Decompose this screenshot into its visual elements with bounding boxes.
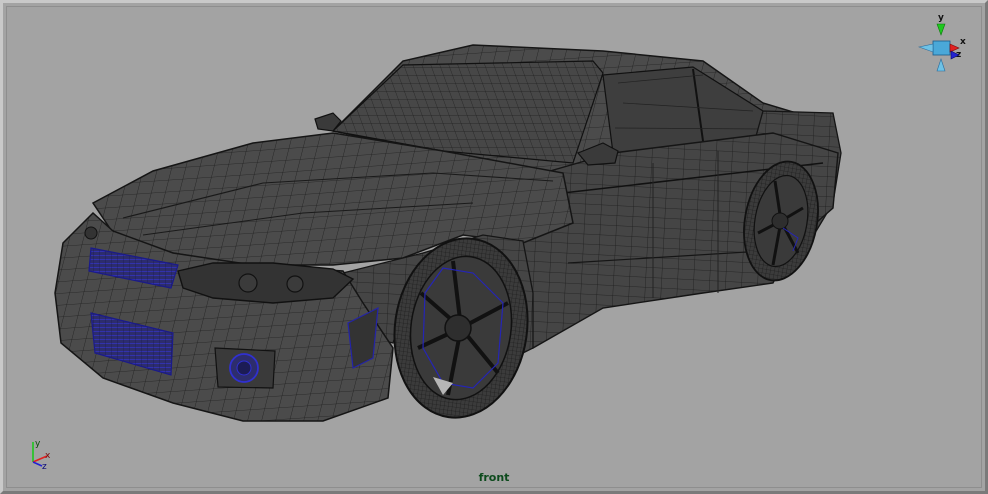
camera-name-label: front xyxy=(478,471,510,484)
view-cube-right-label: x xyxy=(960,37,966,47)
view-cube-neg-x-cone-icon[interactable] xyxy=(917,43,934,53)
car-model[interactable] xyxy=(3,3,985,491)
view-cube-up-label: y xyxy=(938,13,944,23)
view-cube-y-cone-icon[interactable] xyxy=(936,23,946,36)
axis-x-label: x xyxy=(45,451,51,461)
axis-y-label: y xyxy=(35,439,41,449)
view-cube-box-icon[interactable] xyxy=(932,40,951,56)
axis-indicator: y x z xyxy=(25,438,55,472)
perspective-viewport[interactable]: y x z y x z front xyxy=(0,0,988,494)
view-cube[interactable]: y x z xyxy=(915,11,971,83)
view-cube-neg-y-cone-icon[interactable] xyxy=(936,58,946,72)
axis-z-label: z xyxy=(42,462,47,470)
